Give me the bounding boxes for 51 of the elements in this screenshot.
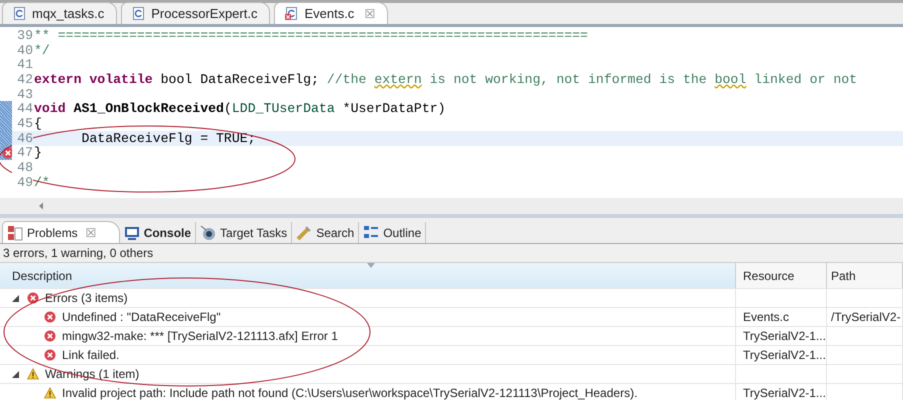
column-header[interactable]: Description	[0, 263, 736, 288]
problem-description[interactable]: Link failed.	[62, 348, 120, 362]
view-tab[interactable]: Console	[120, 222, 196, 243]
scrollbar[interactable]	[0, 198, 903, 214]
close-icon[interactable]: ☒	[86, 226, 97, 240]
close-icon[interactable]: ☒	[364, 6, 376, 20]
problem-description[interactable]: mingw32-make: *** [TrySerialV2-121113.afx] Error 1	[62, 329, 338, 343]
expand-arrow-icon[interactable]	[12, 294, 19, 302]
warning-icon	[27, 368, 39, 380]
code-line: ** ===================================================================	[34, 28, 588, 43]
column-header[interactable]: Resource	[736, 263, 827, 288]
table-cell: Events.c	[743, 310, 790, 324]
table-cell: /TrySerialV2-	[831, 310, 901, 324]
editor-tab[interactable]: mqx_tasks.c	[2, 2, 118, 24]
code-line: {	[34, 116, 42, 131]
line-number: 46	[12, 130, 33, 146]
error-icon	[27, 292, 39, 304]
view-tab[interactable]: Problems ☒	[2, 221, 120, 243]
monitor-icon	[124, 224, 140, 240]
summary-text: 3 errors, 1 warning, 0 others	[0, 244, 903, 262]
c-file-icon	[132, 7, 146, 20]
table-cell: TrySerialV2-1...	[743, 348, 826, 362]
warning-icon	[44, 387, 56, 399]
view-tab[interactable]: Target Tasks	[196, 222, 292, 243]
error-icon	[44, 330, 56, 342]
code-line: */	[34, 42, 50, 58]
view-tab[interactable]: Outline	[359, 222, 426, 243]
problems-icon	[7, 224, 23, 240]
table-cell: TrySerialV2-1...	[743, 329, 826, 343]
outline-icon	[363, 224, 380, 240]
expand-arrow-icon[interactable]	[12, 370, 19, 378]
code-line: void AS1_OnBlockReceived(LDD_TUserData *UserDataPtr)	[34, 101, 446, 116]
scroll-left-icon	[38, 202, 44, 210]
code-line: extern volatile bool DataReceiveFlg; //the extern is not working, not informed is the bool linked or not	[34, 72, 858, 87]
tree-item[interactable]: Errors (3 items)	[45, 291, 128, 305]
editor-tab[interactable]: Events.c ☒	[274, 2, 388, 24]
column-header[interactable]: Path	[827, 263, 903, 288]
error-icon	[44, 311, 56, 323]
table-cell: TrySerialV2-1...	[743, 386, 826, 400]
flashlight-icon	[296, 224, 312, 240]
editor-tab[interactable]: ProcessorExpert.c	[121, 2, 270, 24]
target-icon	[200, 224, 216, 240]
c-file-icon	[13, 7, 26, 20]
code-line: DataReceiveFlg = TRUE;	[80, 130, 256, 146]
error-icon	[44, 349, 56, 361]
line-number: 48	[12, 160, 33, 176]
code-line: }	[34, 145, 42, 160]
c-file-icon	[285, 7, 298, 20]
problem-description[interactable]: Invalid project path: Include path not found (C:\Users\user\workspace\TrySerialV2-121113\Project_Headers).	[62, 386, 638, 400]
view-tab[interactable]: Search	[292, 222, 360, 243]
problem-description[interactable]: Undefined : "DataReceiveFlg"	[62, 310, 221, 324]
